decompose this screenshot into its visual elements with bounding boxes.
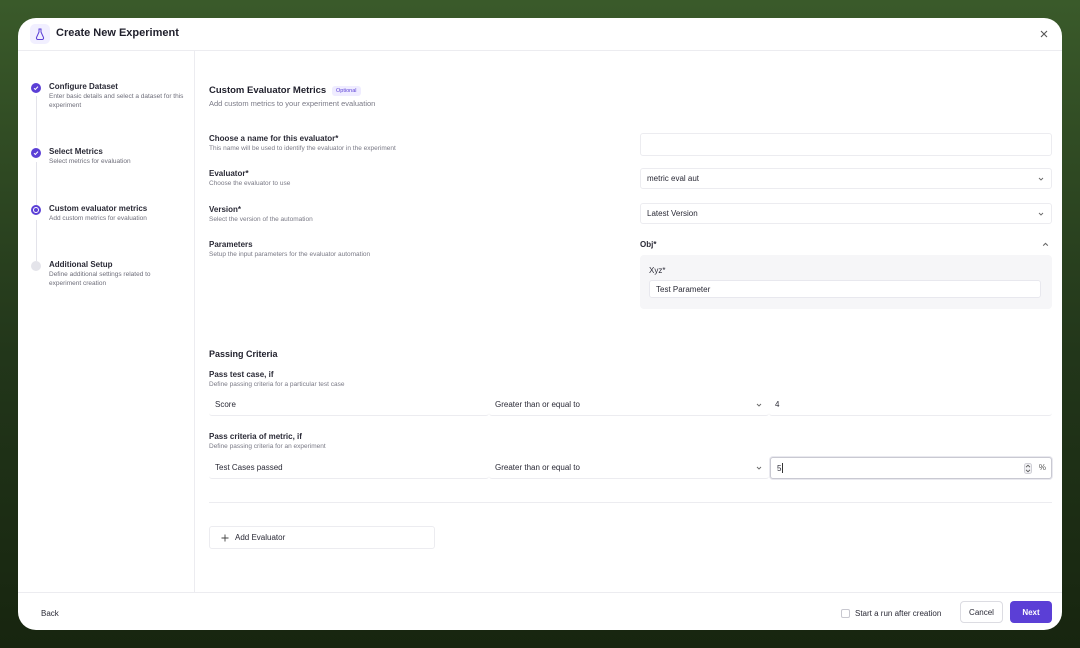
plus-icon <box>221 534 229 541</box>
step-connector <box>35 162 37 206</box>
create-experiment-modal: Create New Experiment Configure Dataset … <box>18 18 1062 630</box>
parameters-label: Parameters <box>209 240 253 249</box>
param-xyz-label: Xyz* <box>649 266 666 275</box>
section-divider <box>209 502 1052 503</box>
percent-unit: % <box>1038 463 1046 472</box>
next-button[interactable]: Next <box>1010 601 1052 623</box>
metric-operator-value: Greater than or equal to <box>495 463 580 472</box>
main-content: Custom Evaluator Metrics Optional Add cu… <box>196 51 1062 592</box>
parameters-group-label: Obj* <box>640 240 657 249</box>
step-title: Custom evaluator metrics <box>49 204 148 213</box>
start-run-label: Start a run after creation <box>855 609 942 618</box>
pass-metric-label: Pass criteria of metric, if <box>209 432 302 441</box>
test-case-operator-value: Greater than or equal to <box>495 400 580 409</box>
modal-title: Create New Experiment <box>56 27 179 39</box>
back-button[interactable]: Back <box>41 609 59 618</box>
close-icon[interactable] <box>1036 26 1052 42</box>
evaluator-name-hint: This name will be used to identify the e… <box>209 145 396 152</box>
param-xyz-input[interactable]: Test Parameter <box>649 280 1041 298</box>
param-xyz-value: Test Parameter <box>656 284 711 294</box>
optional-badge: Optional <box>332 86 361 96</box>
step-description: Add custom metrics for evaluation <box>49 215 147 222</box>
chevron-up-icon[interactable] <box>1042 241 1049 248</box>
number-stepper-icon[interactable] <box>1024 463 1032 474</box>
chevron-down-icon <box>756 466 762 470</box>
step-description: Select metrics for evaluation <box>49 158 131 165</box>
step-title: Configure Dataset <box>49 82 118 91</box>
cancel-button[interactable]: Cancel <box>960 601 1003 623</box>
text-cursor <box>782 463 784 473</box>
check-icon <box>31 83 41 93</box>
page-subtitle: Add custom metrics to your experiment ev… <box>209 99 376 108</box>
chevron-down-icon <box>1038 212 1044 216</box>
evaluator-name-label: Choose a name for this evaluator* <box>209 134 339 143</box>
test-case-metric-value: Score <box>215 400 236 409</box>
evaluator-hint: Choose the evaluator to use <box>209 180 291 187</box>
metric-threshold-input[interactable]: 5 % <box>770 457 1052 479</box>
modal-header: Create New Experiment <box>18 18 1062 51</box>
step-description: Enter basic details and select a dataset… <box>49 93 184 109</box>
evaluator-label: Evaluator* <box>209 169 249 178</box>
step-title: Additional Setup <box>49 260 113 269</box>
version-label: Version* <box>209 205 242 214</box>
step-connector <box>35 220 37 261</box>
start-run-checkbox[interactable] <box>841 609 850 618</box>
evaluator-select[interactable]: metric eval aut <box>640 168 1052 189</box>
pass-metric-hint: Define passing criteria for an experimen… <box>209 443 326 450</box>
metric-threshold-value: 5 <box>777 463 782 473</box>
version-hint: Select the version of the automation <box>209 216 313 223</box>
test-case-threshold-value: 4 <box>775 400 780 409</box>
step-description: Define additional settings related to ex… <box>49 271 151 287</box>
test-case-metric-field[interactable]: Score <box>209 394 489 416</box>
parameters-hint: Setup the input parameters for the evalu… <box>209 251 371 258</box>
active-step-icon <box>31 205 41 215</box>
chevron-down-icon <box>756 403 762 407</box>
pass-test-case-label: Pass test case, if <box>209 370 274 379</box>
experiment-flask-icon <box>30 24 50 44</box>
version-select-value: Latest Version <box>647 209 698 218</box>
step-title: Select Metrics <box>49 147 103 156</box>
step-connector <box>35 96 37 146</box>
stepper-sidebar: Configure Dataset Enter basic details an… <box>18 51 195 592</box>
metric-criteria-field[interactable]: Test Cases passed <box>209 457 489 479</box>
evaluator-name-input[interactable] <box>640 133 1052 156</box>
check-icon <box>31 148 41 158</box>
pending-step-icon <box>31 261 41 271</box>
test-case-value-input[interactable]: 4 <box>769 394 1052 416</box>
chevron-down-icon <box>1038 177 1044 181</box>
modal-footer: Back Start a run after creation Cancel N… <box>18 592 1062 630</box>
add-evaluator-label: Add Evaluator <box>235 533 286 542</box>
test-case-operator-select[interactable]: Greater than or equal to <box>489 394 769 416</box>
pass-test-case-hint: Define passing criteria for a particular… <box>209 381 345 388</box>
evaluator-select-value: metric eval aut <box>647 174 700 183</box>
page-title: Custom Evaluator Metrics <box>209 85 327 96</box>
metric-criteria-value: Test Cases passed <box>215 463 283 472</box>
version-select[interactable]: Latest Version <box>640 203 1052 224</box>
metric-operator-select[interactable]: Greater than or equal to <box>489 457 769 479</box>
passing-criteria-title: Passing Criteria <box>209 349 278 359</box>
add-evaluator-button[interactable]: Add Evaluator <box>209 526 435 549</box>
parameters-panel: Xyz* Test Parameter <box>640 255 1052 309</box>
